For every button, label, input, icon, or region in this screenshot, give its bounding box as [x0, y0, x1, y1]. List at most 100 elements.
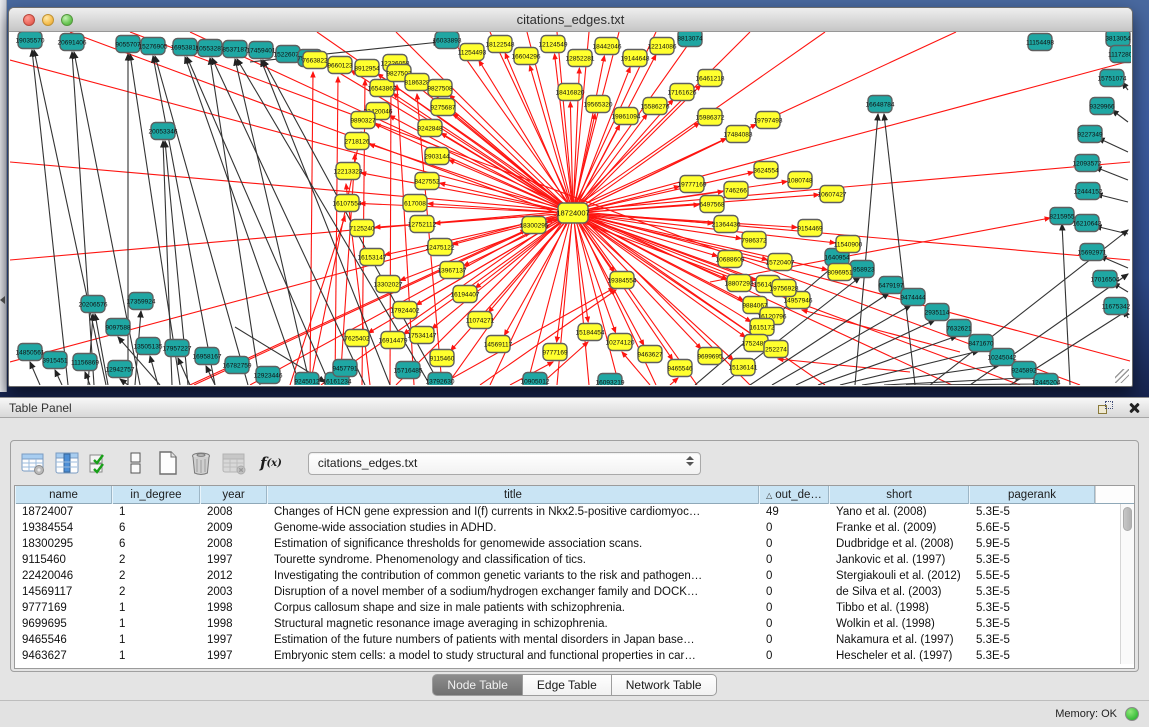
- show-column-icon[interactable]: [55, 451, 80, 476]
- graph-node-label: 15586276: [641, 103, 670, 110]
- delete-rows-icon[interactable]: [189, 450, 213, 476]
- panel-collapse-arrow-icon[interactable]: [0, 296, 5, 304]
- graph-node-label: 19797493: [754, 117, 783, 124]
- select-columns-icon[interactable]: [89, 451, 111, 476]
- table-row[interactable]: 1456911722003Disruption of a novel membe…: [15, 584, 1134, 600]
- tab-edge-table[interactable]: Edge Table: [523, 674, 612, 696]
- network-desktop: citations_edges.txt 19035570206914069055…: [0, 0, 1149, 397]
- control-panel-collapsed-strip[interactable]: [0, 0, 7, 392]
- table-cell-out_de: 0: [759, 648, 829, 664]
- graph-node-label: 2903144: [424, 153, 450, 160]
- table-cell-year: 2008: [200, 504, 267, 520]
- table-row[interactable]: 1938455462009Genome-wide association stu…: [15, 520, 1134, 536]
- tab-node-table[interactable]: Node Table: [432, 674, 523, 696]
- graph-node-label: 19756928: [770, 285, 799, 292]
- column-header-name[interactable]: name: [15, 486, 112, 504]
- graph-node-label: 10607427: [818, 191, 847, 198]
- graph-node-label: 15184454: [576, 329, 605, 336]
- close-panel-icon[interactable]: [1127, 401, 1141, 415]
- table-cell-name: 9699695: [15, 616, 112, 632]
- table-row[interactable]: 946554611997Estimation of the future num…: [15, 632, 1134, 648]
- graph-node-label: 8427552: [414, 178, 440, 185]
- table-tabs: Node TableEdge TableNetwork Table: [0, 674, 1149, 696]
- graph-node-label: 19035570: [16, 37, 45, 44]
- table-row[interactable]: 1872400712008Changes of HCN gene express…: [15, 504, 1134, 520]
- table-row[interactable]: 977716911998Corpus callosum shape and si…: [15, 600, 1134, 616]
- graph-node-label: 11156869: [71, 359, 99, 366]
- node-table: namein_degreeyeartitle△out_de…shortpager…: [14, 485, 1135, 669]
- table-cell-year: 1997: [200, 648, 267, 664]
- graph-node-label: 1640954: [824, 254, 850, 261]
- table-scrollbar-thumb[interactable]: [1123, 507, 1132, 531]
- graph-node-label: 16107554: [333, 200, 362, 207]
- table-cell-year: 1997: [200, 632, 267, 648]
- new-table-icon[interactable]: [156, 450, 180, 476]
- column-header-in_degree[interactable]: in_degree: [112, 486, 200, 504]
- minimize-window-icon[interactable]: [42, 14, 54, 26]
- column-header-out_de[interactable]: △out_de…: [759, 486, 829, 504]
- graph-node-label: 15276905: [139, 43, 168, 50]
- close-window-icon[interactable]: [23, 14, 35, 26]
- table-body: 1872400712008Changes of HCN gene express…: [15, 504, 1134, 664]
- graph-node-label: 13505135: [134, 343, 163, 350]
- graph-node-label: 13967137: [438, 267, 467, 274]
- table-row[interactable]: 969969511998Structural magnetic resonanc…: [15, 616, 1134, 632]
- table-row[interactable]: 2242004622012Investigating the contribut…: [15, 568, 1134, 584]
- network-canvas[interactable]: 1903557020691406905570715276905169538101…: [10, 32, 1131, 385]
- network-window-titlebar[interactable]: citations_edges.txt: [9, 8, 1132, 32]
- graph-node-label: 9329966: [1089, 103, 1115, 110]
- graph-node-label: 10688609: [716, 256, 745, 263]
- table-settings-icon[interactable]: [21, 451, 46, 476]
- window-resize-grip[interactable]: [1115, 369, 1129, 383]
- network-view-window[interactable]: citations_edges.txt 19035570206914069055…: [8, 7, 1133, 387]
- column-header-pagerank[interactable]: pagerank: [969, 486, 1095, 504]
- table-row[interactable]: 946362711997Embryonic stem cells: a mode…: [15, 648, 1134, 664]
- column-header-year[interactable]: year: [200, 486, 267, 504]
- table-cell-year: 1998: [200, 616, 267, 632]
- column-header-filler: [1095, 486, 1134, 503]
- table-cell-name: 14569117: [15, 584, 112, 600]
- table-cell-title: Changes of HCN gene expression and I(f) …: [267, 504, 759, 520]
- graph-node-label: 16033893: [433, 37, 462, 44]
- table-source-combo[interactable]: citations_edges.txt: [308, 452, 701, 475]
- table-cell-short: Tibbo et al. (1998): [829, 600, 969, 616]
- network-canvas-svg[interactable]: 1903557020691406905570715276905169538101…: [10, 32, 1131, 385]
- table-cell-short: Dudbridge et al. (2008): [829, 536, 969, 552]
- graph-node-label: 15716485: [394, 367, 423, 374]
- row-height-icon[interactable]: [130, 451, 142, 475]
- delete-table-icon[interactable]: [222, 451, 247, 476]
- graph-node-label: 15692971: [1078, 249, 1107, 256]
- float-panel-icon[interactable]: [1098, 401, 1113, 414]
- graph-node-label: 1615172: [749, 324, 775, 331]
- graph-node-label: 8813074: [677, 35, 703, 42]
- table-cell-year: 2012: [200, 568, 267, 584]
- zoom-window-icon[interactable]: [61, 14, 73, 26]
- table-scrollbar[interactable]: [1120, 504, 1134, 664]
- graph-node-label: 9245012: [294, 378, 320, 385]
- table-cell-title: Estimation of significance thresholds fo…: [267, 536, 759, 552]
- table-row[interactable]: 911546021997Tourette syndrome. Phenomeno…: [15, 552, 1134, 568]
- table-panel-box: f(x) citations_edges.txt namein_degreeye…: [10, 440, 1139, 672]
- table-cell-in_degree: 1: [112, 616, 200, 632]
- tab-network-table[interactable]: Network Table: [612, 674, 717, 696]
- table-cell-pagerank: 5.3E-5: [969, 504, 1095, 520]
- column-header-title[interactable]: title: [267, 486, 759, 504]
- graph-node-label: 7625402: [344, 335, 370, 342]
- table-cell-title: Estimation of the future numbers of pati…: [267, 632, 759, 648]
- function-builder-icon[interactable]: f(x): [260, 454, 282, 472]
- table-cell-name: 9465546: [15, 632, 112, 648]
- graph-node-label: 12942757: [106, 366, 135, 373]
- graph-node-label: 12475122: [426, 244, 455, 251]
- graph-node-label: 7125240: [349, 225, 375, 232]
- table-cell-out_de: 49: [759, 504, 829, 520]
- table-cell-title: Investigating the contribution of common…: [267, 568, 759, 584]
- graph-node-label: 8912954: [354, 65, 380, 72]
- graph-node-label: 9245892: [1011, 367, 1037, 374]
- graph-node-label: 17161626: [668, 89, 697, 96]
- combo-spinner-icon[interactable]: [686, 456, 694, 466]
- table-cell-pagerank: 5.5E-5: [969, 568, 1095, 584]
- column-header-short[interactable]: short: [829, 486, 969, 504]
- graph-node-label: 8471670: [968, 340, 994, 347]
- table-row[interactable]: 1830029562008Estimation of significance …: [15, 536, 1134, 552]
- graph-node-label: 10274120: [606, 339, 635, 346]
